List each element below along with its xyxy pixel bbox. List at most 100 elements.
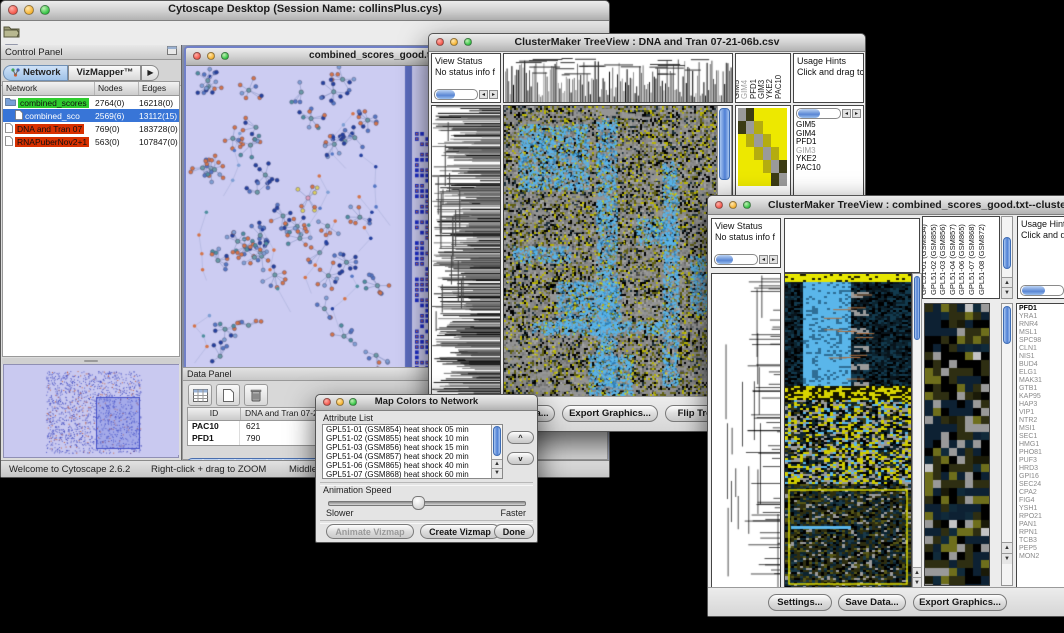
- view-status-scrollbar[interactable]: ◂ ▸: [434, 89, 498, 100]
- close-button[interactable]: [193, 52, 201, 60]
- close-button[interactable]: [323, 398, 331, 406]
- attribute-list-item[interactable]: GPL51-07 (GSM868) heat shock 60 min: [323, 471, 491, 479]
- zoom-button[interactable]: [40, 5, 50, 15]
- network-list-row[interactable]: combined_scores2764(0)16218(0): [3, 96, 179, 109]
- gene-label[interactable]: RPN1: [1019, 529, 1064, 537]
- scroll-left-icon[interactable]: ◂: [759, 255, 768, 264]
- gene-label[interactable]: PHO81: [1019, 449, 1064, 457]
- gene-label[interactable]: GPI16: [1019, 473, 1064, 481]
- scroll-right-icon[interactable]: ▸: [852, 109, 861, 118]
- gene-label[interactable]: KAP95: [1019, 393, 1064, 401]
- network-list-row[interactable]: combined_sco2569(6)13112(15): [3, 109, 179, 122]
- column-dendrogram-panel[interactable]: [503, 53, 733, 103]
- main-titlebar[interactable]: Cytoscape Desktop (Session Name: collins…: [1, 1, 609, 21]
- gene-label[interactable]: HRD3: [1019, 465, 1064, 473]
- minimize-button[interactable]: [729, 201, 737, 209]
- gene-label[interactable]: TCB3: [1019, 537, 1064, 545]
- labels-scrollbar[interactable]: ◂ ▸: [796, 108, 861, 119]
- network-list-header[interactable]: Network Nodes Edges: [3, 82, 179, 96]
- scroll-down-icon[interactable]: ▼: [1002, 287, 1012, 298]
- gene-label[interactable]: YRA1: [1019, 313, 1064, 321]
- heatmap-canvas[interactable]: [504, 106, 732, 398]
- heatmap-vscrollbar[interactable]: ▲ ▼: [912, 273, 922, 589]
- row-dendrogram-panel[interactable]: [711, 273, 781, 589]
- zoom-heatmap-canvas[interactable]: [925, 304, 989, 585]
- scroll-down-icon[interactable]: ▼: [1002, 553, 1012, 564]
- view-status-scrollbar[interactable]: ◂ ▸: [714, 254, 778, 265]
- usage-hints-scrollbar[interactable]: [1020, 285, 1064, 296]
- zoom-button[interactable]: [743, 201, 751, 209]
- save-data-button[interactable]: Save Data...: [838, 594, 906, 611]
- column-labels-panel[interactable]: GIM5GIM4PFD1GIM3YKE2PAC10: [735, 53, 791, 103]
- scroll-up-icon[interactable]: ▲: [1002, 542, 1012, 553]
- heatmap-panel[interactable]: [784, 273, 912, 589]
- attribute-list[interactable]: GPL51-01 (GSM854) heat shock 05 minGPL51…: [322, 424, 503, 479]
- gene-label[interactable]: FIG4: [1019, 497, 1064, 505]
- gene-label[interactable]: HAP3: [1019, 401, 1064, 409]
- scroll-right-icon[interactable]: ▸: [769, 255, 778, 264]
- gene-label[interactable]: NTR2: [1019, 417, 1064, 425]
- export-graphics-button[interactable]: Export Graphics...: [562, 405, 658, 422]
- zoom-button[interactable]: [464, 38, 472, 46]
- gene-label[interactable]: RNR4: [1019, 321, 1064, 329]
- column-dendrogram-panel[interactable]: [784, 218, 920, 273]
- close-button[interactable]: [8, 5, 18, 15]
- tab-network[interactable]: Network: [3, 65, 68, 81]
- gene-labels-panel[interactable]: PFD1YRA1RNR4MSL1SPC98CLN1NIS1BUD4ELG1MAK…: [1016, 303, 1064, 589]
- row-dendrogram-panel[interactable]: [431, 105, 501, 399]
- window-controls[interactable]: [8, 5, 50, 15]
- delete-attribute-icon[interactable]: [244, 384, 268, 406]
- zoom-vscrollbar[interactable]: ▲ ▼: [1001, 303, 1013, 586]
- gene-label[interactable]: PAN1: [1019, 521, 1064, 529]
- export-graphics-button[interactable]: Export Graphics...: [913, 594, 1007, 611]
- gene-label[interactable]: SEC1: [1019, 433, 1064, 441]
- gene-label[interactable]: NIS1: [1019, 353, 1064, 361]
- tab-overflow-icon[interactable]: ▶: [141, 65, 159, 81]
- settings-button[interactable]: Settings...: [768, 594, 832, 611]
- open-session-icon[interactable]: [1, 21, 21, 41]
- new-attribute-icon[interactable]: [216, 384, 240, 406]
- network-list-row[interactable]: DNA and Tran 07769(0)183728(0): [3, 122, 179, 135]
- overview-canvas[interactable]: [4, 365, 179, 455]
- zoom-button[interactable]: [221, 52, 229, 60]
- gene-label[interactable]: CLN1: [1019, 345, 1064, 353]
- network-list-row[interactable]: RNAPuberNov2+1563(0)107847(0): [3, 135, 179, 148]
- heatmap-panel[interactable]: [503, 105, 733, 399]
- attribute-list-vscrollbar[interactable]: ▲ ▼: [491, 425, 502, 478]
- gene-label[interactable]: CPA2: [1019, 489, 1064, 497]
- animation-speed-slider[interactable]: [328, 501, 526, 506]
- select-attributes-icon[interactable]: [188, 384, 212, 406]
- gene-label[interactable]: SPC98: [1019, 337, 1064, 345]
- gene-label[interactable]: SEC24: [1019, 481, 1064, 489]
- gene-label[interactable]: BUD4: [1019, 361, 1064, 369]
- zoom-heatmap-panel[interactable]: [924, 303, 990, 586]
- scroll-left-icon[interactable]: ◂: [842, 109, 851, 118]
- gene-label[interactable]: PAC10: [796, 164, 863, 173]
- zoom-button[interactable]: [349, 398, 357, 406]
- gene-label[interactable]: HMG1: [1019, 441, 1064, 449]
- column-labels-panel[interactable]: GPL51-01 (GSM854)GPL51-02 (GSM855)GPL51-…: [922, 216, 1000, 299]
- gene-label[interactable]: YSH1: [1019, 505, 1064, 513]
- slider-thumb[interactable]: [412, 496, 425, 510]
- close-button[interactable]: [436, 38, 444, 46]
- network-overview-panel[interactable]: [3, 364, 179, 458]
- animate-vizmap-button[interactable]: Animate Vizmap: [326, 524, 414, 539]
- gene-label[interactable]: PFD1: [1019, 305, 1064, 313]
- gene-label[interactable]: VIP1: [1019, 409, 1064, 417]
- minimize-button[interactable]: [207, 52, 215, 60]
- float-panel-icon[interactable]: [167, 46, 177, 58]
- scroll-right-icon[interactable]: ▸: [489, 90, 498, 99]
- gene-label[interactable]: MSL1: [1019, 329, 1064, 337]
- move-down-button[interactable]: v: [507, 452, 534, 465]
- gene-label[interactable]: ELG1: [1019, 369, 1064, 377]
- gene-label[interactable]: MON2: [1019, 553, 1064, 561]
- heatmap-canvas[interactable]: [785, 274, 911, 588]
- move-up-button[interactable]: ^: [507, 431, 534, 444]
- scroll-down-icon[interactable]: ▼: [492, 468, 502, 478]
- create-vizmap-button[interactable]: Create Vizmap: [420, 524, 500, 539]
- gene-label[interactable]: PUF3: [1019, 457, 1064, 465]
- gene-label[interactable]: MSI1: [1019, 425, 1064, 433]
- gene-label[interactable]: MAK31: [1019, 377, 1064, 385]
- labels-vscrollbar[interactable]: ▲ ▼: [1001, 216, 1013, 299]
- gene-label[interactable]: PEP5: [1019, 545, 1064, 553]
